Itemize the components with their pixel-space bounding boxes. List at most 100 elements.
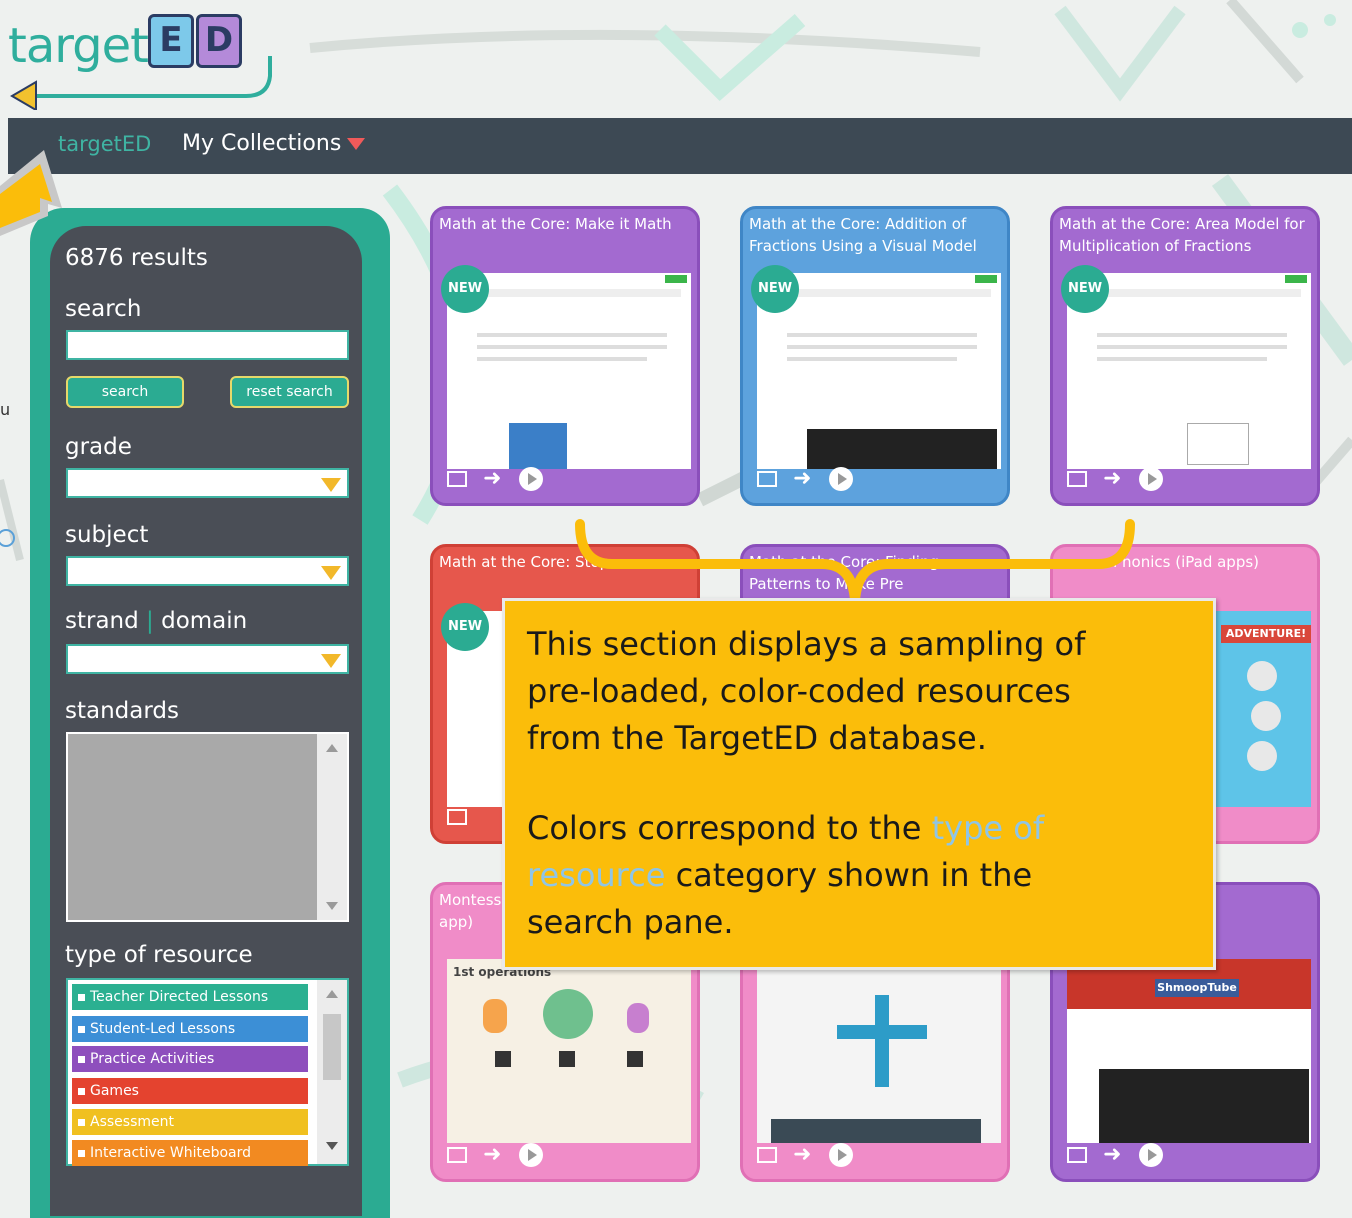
play-icon[interactable] [829, 467, 853, 491]
play-icon[interactable] [829, 1143, 853, 1167]
play-icon[interactable] [1139, 467, 1163, 491]
type-label: Student-Led Lessons [90, 1021, 236, 1037]
card-title-line2: app) [439, 913, 474, 931]
callout-line: resource category shown in the [527, 852, 1032, 899]
callout-line: Colors correspond to the type of [527, 805, 1044, 852]
nav-home-link[interactable]: targetED [58, 132, 151, 156]
grade-label: grade [65, 434, 132, 460]
dropdown-arrow-icon [321, 566, 341, 580]
type-label: Games [90, 1083, 139, 1099]
type-label: Practice Activities [90, 1051, 215, 1067]
card-actions: ➜ [757, 1143, 877, 1167]
callout-text: Colors correspond to the [527, 809, 932, 847]
new-badge: NEW [441, 603, 489, 651]
card-actions: ➜ [447, 467, 567, 491]
resource-card[interactable]: Math at the Core: Area Model for Multipl… [1050, 206, 1320, 506]
standards-list[interactable] [66, 732, 349, 922]
card-title-line1: Montess [439, 891, 502, 909]
type-label: Interactive Whiteboard [90, 1145, 251, 1161]
standards-label: standards [65, 698, 180, 724]
share-arrow-icon[interactable]: ➜ [1103, 1143, 1121, 1167]
play-icon[interactable] [519, 467, 543, 491]
share-arrow-icon[interactable]: ➜ [1103, 467, 1121, 491]
scroll-up-icon[interactable] [326, 990, 338, 998]
type-student-led[interactable]: Student-Led Lessons [72, 1016, 308, 1042]
card-actions: ➜ [1067, 1143, 1187, 1167]
play-icon[interactable] [1139, 1143, 1163, 1167]
add-to-collection-icon[interactable] [1067, 1147, 1087, 1163]
scroll-up-icon[interactable] [326, 744, 338, 752]
type-practice-activities[interactable]: Practice Activities [72, 1046, 308, 1072]
results-count: 6876 results [65, 245, 208, 271]
callout-highlight: type of [931, 809, 1045, 847]
scroll-down-icon[interactable] [326, 1142, 338, 1150]
card-thumbnail[interactable]: 1st operations [447, 959, 691, 1143]
add-to-collection-icon[interactable] [1067, 471, 1087, 487]
type-of-resource-label: type of resource [65, 942, 253, 968]
search-input[interactable] [66, 330, 349, 360]
new-badge: NEW [1061, 265, 1109, 313]
strand-label: strand [65, 608, 139, 634]
callout-line: search pane. [527, 903, 734, 941]
callout-line: pre-loaded, color-coded resources [527, 672, 1071, 710]
grade-select[interactable] [66, 468, 349, 498]
play-icon[interactable] [519, 1143, 543, 1167]
type-assessment[interactable]: Assessment [72, 1109, 308, 1135]
card-actions: ➜ [757, 467, 877, 491]
resource-card[interactable]: Math at the Core: Make it Math NEW ➜ [430, 206, 700, 506]
dropdown-arrow-icon [321, 478, 341, 492]
share-arrow-icon[interactable]: ➜ [793, 1143, 811, 1167]
strand-domain-label: strand | domain [65, 608, 247, 634]
callout-line: from the TargetED database. [527, 719, 987, 757]
scroll-thumb[interactable] [323, 1014, 341, 1080]
add-to-collection-icon[interactable] [447, 471, 467, 487]
card-actions: ➜ [447, 1143, 567, 1167]
share-arrow-icon[interactable]: ➜ [483, 1143, 501, 1167]
my-collections-label: My Collections [182, 131, 342, 156]
add-to-collection-icon[interactable] [757, 471, 777, 487]
add-to-collection-icon[interactable] [757, 1147, 777, 1163]
subject-label: subject [65, 522, 149, 548]
resource-card[interactable]: Math at the Core: Addition of Fractions … [740, 206, 1010, 506]
type-scrollbar[interactable] [317, 980, 347, 1164]
type-games[interactable]: Games [72, 1078, 308, 1104]
callout-highlight: resource [527, 856, 666, 894]
my-collections-menu[interactable]: My Collections [182, 131, 366, 156]
subject-select[interactable] [66, 556, 349, 586]
share-arrow-icon[interactable]: ➜ [793, 467, 811, 491]
new-badge: NEW [441, 265, 489, 313]
scroll-down-icon[interactable] [326, 902, 338, 910]
dropdown-arrow-icon [321, 654, 341, 668]
card-title[interactable]: Math at the Core: Make it Math [439, 213, 695, 235]
type-teacher-directed[interactable]: Teacher Directed Lessons [72, 984, 308, 1010]
search-label: search [65, 296, 142, 322]
add-to-collection-icon[interactable] [447, 809, 467, 825]
logo[interactable]: target E D [0, 0, 300, 112]
strand-domain-select[interactable] [66, 644, 349, 674]
card-thumbnail[interactable] [757, 959, 1001, 1143]
card-title[interactable]: Math at the Core: Addition of Fractions … [749, 213, 1005, 257]
svg-text:u: u [0, 400, 10, 419]
domain-label: domain [161, 608, 248, 634]
callout-line: This section displays a sampling of [527, 625, 1086, 663]
type-label: Teacher Directed Lessons [90, 989, 269, 1005]
standards-scrollbar[interactable] [317, 734, 347, 920]
label-divider: | [146, 608, 154, 634]
chevron-down-icon [347, 138, 366, 150]
type-of-resource-list[interactable]: Teacher Directed Lessons Student-Led Les… [66, 978, 349, 1166]
card-thumbnail[interactable]: ShmoopTube [1067, 959, 1311, 1143]
reset-search-button[interactable]: reset search [230, 376, 349, 408]
add-to-collection-icon[interactable] [447, 1147, 467, 1163]
share-arrow-icon[interactable]: ➜ [483, 467, 501, 491]
type-interactive-whiteboard[interactable]: Interactive Whiteboard [72, 1140, 308, 1166]
thumb-banner: ADVENTURE! [1221, 625, 1311, 643]
search-button[interactable]: search [66, 376, 184, 408]
type-label: Assessment [90, 1114, 174, 1130]
card-title[interactable]: Math at the Core: Area Model for Multipl… [1059, 213, 1315, 257]
callout-bracket [575, 519, 1135, 601]
card-actions: ➜ [1067, 467, 1187, 491]
thumb-logo: ShmoopTube [1155, 979, 1239, 997]
logo-arrow-icon [10, 56, 272, 110]
card-title[interactable]: Phonics (iPad apps) [1113, 551, 1317, 573]
annotation-callout: This section displays a sampling of pre-… [502, 598, 1216, 970]
